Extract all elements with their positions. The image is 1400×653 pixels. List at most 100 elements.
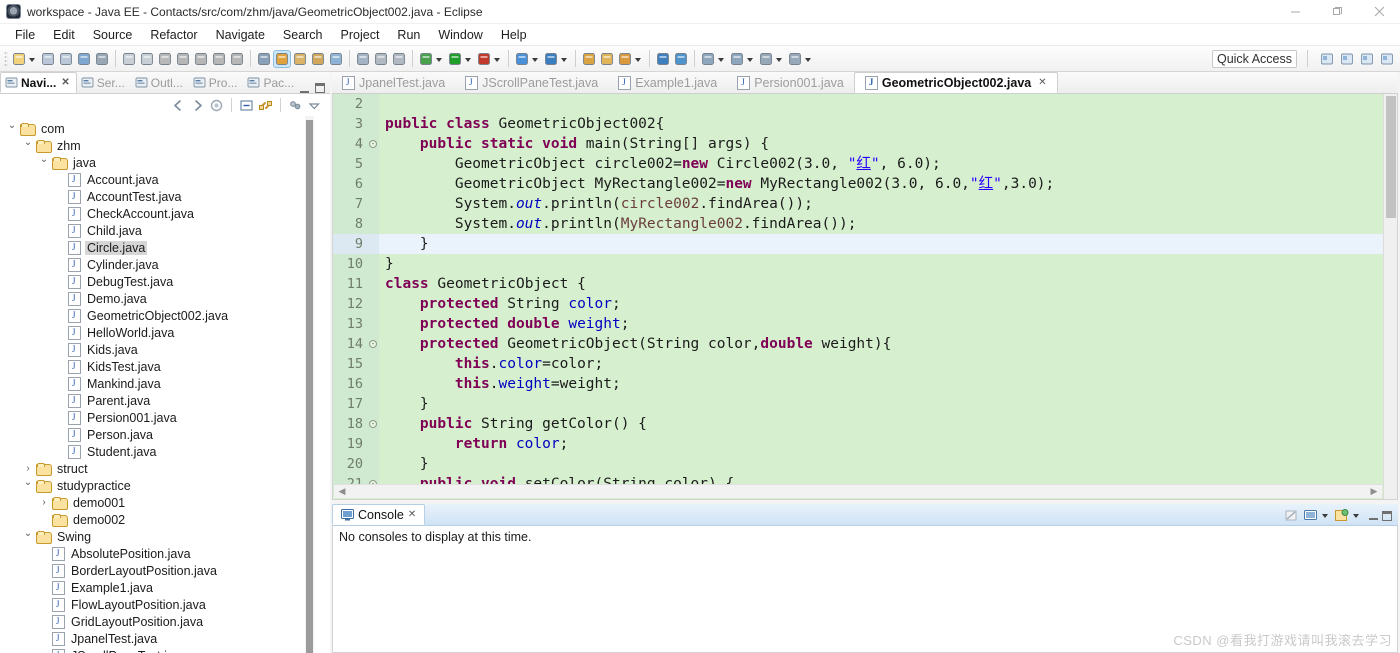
menu-project[interactable]: Project <box>332 26 389 44</box>
new-wizard-icon[interactable] <box>11 51 27 67</box>
close-icon[interactable]: ✕ <box>61 77 69 88</box>
code-line[interactable]: 20 } <box>333 454 1383 474</box>
editor-horizontal-scrollbar[interactable]: ◀ ▶ <box>334 484 1382 498</box>
maximize-view-icon[interactable] <box>315 83 326 93</box>
tree-file-row[interactable]: JScrollPaneTest.java <box>0 647 314 653</box>
tree-file-row[interactable]: Demo.java <box>0 290 314 307</box>
chevron-right-icon[interactable] <box>36 497 52 508</box>
tree-file-row[interactable]: Example1.java <box>0 579 314 596</box>
display-selected-console-dropdown-icon[interactable] <box>1322 508 1330 523</box>
code-text[interactable]: } <box>379 394 1383 414</box>
collapse-all-icon[interactable] <box>239 98 254 113</box>
quick-access-input[interactable]: Quick Access <box>1211 49 1297 68</box>
code-text[interactable]: this.color=color; <box>379 354 1383 374</box>
tree-folder-row[interactable]: demo002 <box>0 511 314 528</box>
code-line[interactable]: 8 System.out.println(MyRectangle002.find… <box>333 214 1383 234</box>
tree-file-row[interactable]: Account.java <box>0 171 314 188</box>
sync-icon[interactable] <box>543 51 559 67</box>
collapse-home-icon[interactable] <box>209 98 224 113</box>
quick-fix-icon[interactable] <box>94 51 110 67</box>
drop-to-frame-icon[interactable] <box>229 51 245 67</box>
fold-collapse-icon[interactable]: - <box>367 414 379 434</box>
forward-history-dropdown-icon[interactable] <box>804 51 813 67</box>
view-menu-filter-icon[interactable] <box>288 98 303 113</box>
code-line[interactable]: 10} <box>333 254 1383 274</box>
code-text[interactable]: public static void main(String[] args) { <box>379 134 1383 154</box>
properties-icon[interactable] <box>373 51 389 67</box>
search-icon[interactable] <box>310 51 326 67</box>
tree-folder-row[interactable]: studypractice <box>0 477 314 494</box>
view-tab-pac[interactable]: Pac... <box>243 72 300 93</box>
view-tab-navi[interactable]: Navi... ✕ <box>0 72 77 93</box>
perspective-debug-icon[interactable] <box>1379 51 1395 67</box>
back-history-icon[interactable] <box>758 51 774 67</box>
maximize-console-icon[interactable] <box>1382 510 1392 521</box>
editor-tab-jscrollpanetest[interactable]: JScrollPaneTest.java <box>455 72 608 93</box>
code-viewport[interactable]: 2 3 public class GeometricObject002{4- pub… <box>333 94 1383 499</box>
code-line[interactable]: 3 public class GeometricObject002{ <box>333 114 1383 134</box>
tree-file-row[interactable]: Circle.java <box>0 239 314 256</box>
menu-source[interactable]: Source <box>84 26 142 44</box>
clear-console-icon[interactable] <box>1284 508 1299 523</box>
tree-file-row[interactable]: JpanelTest.java <box>0 630 314 647</box>
navigator-tree[interactable]: com zhm java Account.java AccountTest.java Ch… <box>0 116 314 653</box>
run-icon[interactable] <box>447 51 463 67</box>
code-text[interactable]: protected double weight; <box>379 314 1383 334</box>
close-icon[interactable]: ✕ <box>408 509 416 520</box>
code-line[interactable]: 4- public static void main(String[] args… <box>333 134 1383 154</box>
tree-file-row[interactable]: Cylinder.java <box>0 256 314 273</box>
source-code[interactable]: 2 3 public class GeometricObject002{4- pub… <box>333 94 1383 499</box>
menu-navigate[interactable]: Navigate <box>207 26 274 44</box>
link-with-editor-icon[interactable] <box>258 98 273 113</box>
step-into-icon[interactable] <box>175 51 191 67</box>
next-annotation-dropdown-icon[interactable] <box>746 51 755 67</box>
editor-tab-example1[interactable]: Example1.java <box>608 72 727 93</box>
code-line[interactable]: 7 System.out.println(circle002.findArea(… <box>333 194 1383 214</box>
suspend-icon[interactable] <box>139 51 155 67</box>
code-text[interactable]: } <box>379 454 1383 474</box>
display-selected-console-icon[interactable] <box>1303 508 1318 523</box>
tree-folder-row[interactable]: java <box>0 154 314 171</box>
view-tab-outl[interactable]: Outl... <box>131 72 189 93</box>
code-text[interactable]: public class GeometricObject002{ <box>379 114 1383 134</box>
code-line[interactable]: 19 return color; <box>333 434 1383 454</box>
tree-file-row[interactable]: FlowLayoutPosition.java <box>0 596 314 613</box>
editor-tab-persion001[interactable]: Persion001.java <box>727 72 854 93</box>
forward-history-icon[interactable] <box>787 51 803 67</box>
sync-dropdown-icon[interactable] <box>560 51 569 67</box>
terminate-icon[interactable] <box>157 51 173 67</box>
tree-file-row[interactable]: Kids.java <box>0 341 314 358</box>
perspective-java-icon[interactable] <box>1359 51 1375 67</box>
tab-console[interactable]: Console ✕ <box>332 504 426 525</box>
code-text[interactable]: GeometricObject circle002=new Circle002(… <box>379 154 1383 174</box>
outline-icon[interactable] <box>355 51 371 67</box>
tree-file-row[interactable]: AbsolutePosition.java <box>0 545 314 562</box>
code-text[interactable]: class GeometricObject { <box>379 274 1383 294</box>
debug-icon[interactable] <box>418 51 434 67</box>
back-arrow-icon[interactable] <box>171 98 186 113</box>
code-line[interactable]: 16 this.weight=weight; <box>333 374 1383 394</box>
run-external-dropdown-icon[interactable] <box>493 51 502 67</box>
code-line[interactable]: 9 } <box>333 234 1383 254</box>
tree-file-row[interactable]: Child.java <box>0 222 314 239</box>
view-menu-icon[interactable] <box>307 98 322 113</box>
menu-window[interactable]: Window <box>429 26 491 44</box>
code-text[interactable]: public String getColor() { <box>379 414 1383 434</box>
tree-folder-row[interactable]: zhm <box>0 137 314 154</box>
tree-file-row[interactable]: DebugTest.java <box>0 273 314 290</box>
code-text[interactable]: this.weight=weight; <box>379 374 1383 394</box>
forward-arrow-icon[interactable] <box>190 98 205 113</box>
resume-icon[interactable] <box>121 51 137 67</box>
run-external-icon[interactable] <box>476 51 492 67</box>
editor-tab-jpaneltest[interactable]: JpanelTest.java <box>332 72 455 93</box>
previous-annotation-dropdown-icon[interactable] <box>717 51 726 67</box>
code-line[interactable]: 17 } <box>333 394 1383 414</box>
menu-run[interactable]: Run <box>388 26 429 44</box>
chevron-down-icon[interactable] <box>4 123 20 134</box>
run-dropdown-icon[interactable] <box>464 51 473 67</box>
chevron-down-icon[interactable] <box>20 480 36 491</box>
tree-file-row[interactable]: GridLayoutPosition.java <box>0 613 314 630</box>
chevron-down-icon[interactable] <box>20 140 36 151</box>
new-server-icon[interactable] <box>514 51 530 67</box>
view-tab-pro[interactable]: Pro... <box>189 72 244 93</box>
